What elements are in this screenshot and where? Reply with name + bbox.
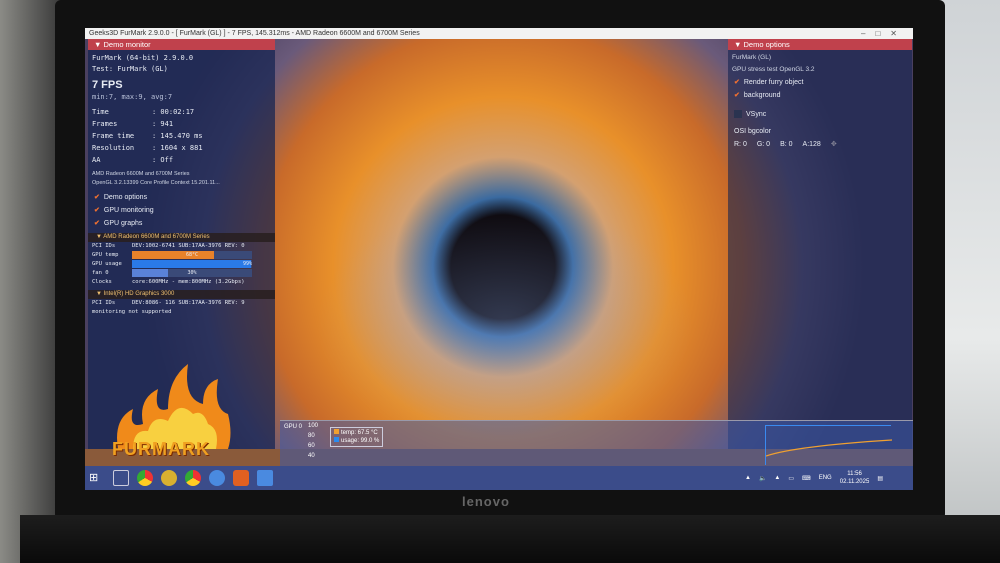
clock[interactable]: 11:56 02.11.2025 [840,470,870,486]
fps-stats: min:7, max:9, avg:7 [92,93,173,101]
demo-options-header[interactable]: ▼ Demo options [728,39,912,50]
checkbox-demo-options[interactable]: ✔ Demo options [88,191,275,204]
app-icon[interactable] [161,470,177,486]
keyboard-icon[interactable]: ⌨ [802,475,811,482]
graph-label: GPU 0 [284,424,303,430]
checkbox-gpu-monitoring[interactable]: ✔ GPU monitoring [88,204,275,217]
demo-options-panel: ▼ Demo options FurMark (GL) GPU stress t… [728,39,912,449]
background-left [0,0,60,563]
minimize-button[interactable]: – [861,29,875,38]
app-icon[interactable] [209,470,225,486]
y-tick: 100 [308,423,319,429]
check-icon: ✔ [734,79,740,86]
stat-resolution: Resolution: 1604 x 881 [92,144,203,152]
chrome-icon[interactable] [137,470,153,486]
check-icon: ✔ [734,92,740,99]
test-name: Test: FurMark (GL) [92,65,168,73]
volume-icon[interactable]: 🔈 [759,475,766,482]
color-picker-icon: ✥ [830,141,837,148]
checkbox-render-furry-object[interactable]: ✔ Render furry object [728,76,912,89]
notification-icon[interactable]: ▤ [877,475,883,482]
app-version: FurMark (64-bit) 2.9.0.0 [92,54,194,62]
gpu0-temp: GPU temp 68°C [88,251,275,260]
gpu0-clocks: Clocks core:600MHz - mem:800MHz (3.2Gbps) [92,279,245,285]
osi-bgcolor-values[interactable]: R: 0 G: 0 B: 0 A:128 ✥ [728,138,912,151]
gpu0-pci: PCI IDs DEV:1002-6741 SUB:17AA-3976 REV: … [92,243,245,249]
gpu0-usage: GPU usage 99% [92,260,252,268]
furmark-taskbar-icon[interactable] [233,470,249,486]
battery-icon[interactable]: ▭ [788,475,794,482]
chevron-up-icon[interactable]: ▲ [745,475,751,481]
opengl-info: OpenGL 3.2.13399 Core Profile Context 15… [92,180,220,186]
language-indicator[interactable]: ENG [819,475,832,481]
checkbox-gpu-graphs[interactable]: ✔ GPU graphs [88,217,275,230]
close-button[interactable]: ✕ [890,29,907,38]
task-view-icon[interactable] [113,470,129,486]
options-line1: FurMark (GL) [732,54,771,61]
stat-frame-time: Frame time: 145.470 ms [92,132,203,140]
y-tick: 80 [308,433,315,439]
demo-monitor-header[interactable]: ▼ Demo monitor [88,39,275,50]
gpu1-pci: PCI IDs DEV:8086- 116 SUB:17AA-3976 REV: … [92,300,245,306]
maximize-button[interactable]: □ [875,29,890,38]
gpu-graph: GPU 0 100 80 60 40 temp: 67.5 °C usage: … [280,420,913,466]
taskbar: ⊞ ▲ 🔈 ▲ ▭ ⌨ ENG 11:56 02.11.2025 ▤ [85,466,913,490]
stat-aa: AA: Off [92,156,174,164]
furmark-logo-text: FURMARK [112,439,210,459]
start-button[interactable]: ⊞ [89,470,105,486]
y-tick: 40 [308,453,315,459]
app-icon[interactable] [257,470,273,486]
title-bar: Geeks3D FurMark 2.9.0.0 - [ FurMark (GL)… [85,28,913,39]
window-title: Geeks3D FurMark 2.9.0.0 - [ FurMark (GL)… [89,30,420,37]
demo-monitor-panel: ▼ Demo monitor FurMark (64-bit) 2.9.0.0 … [88,39,275,459]
gpu1-header[interactable]: ▼ Intel(R) HD Graphics 3000 [88,290,275,299]
stat-time: Time: 00:02:17 [92,108,195,116]
network-icon[interactable]: ▲ [774,475,780,481]
gpu-name: AMD Radeon 6600M and 6700M Series [92,171,190,177]
system-tray: ▲ 🔈 ▲ ▭ ⌨ ENG 11:56 02.11.2025 ▤ [745,470,883,486]
laptop-base [20,515,1000,563]
fps: 7 FPS [92,79,123,91]
stat-frames: Frames: 941 [92,120,174,128]
checkbox-background[interactable]: ✔ background [728,89,912,102]
chrome-icon[interactable] [185,470,201,486]
gpu0-fan: fan 0 30% [88,269,275,278]
brand-logo: lenovo [462,494,510,509]
osi-bgcolor-label: OSI bgcolor [734,128,771,135]
options-line2: GPU stress test OpenGL 3.2 [732,66,815,73]
graph-legend: temp: 67.5 °C usage: 99.0 % [330,427,384,447]
checkbox-vsync[interactable]: VSync [728,108,912,121]
gpu0-header[interactable]: ▼ AMD Radeon 6600M and 6700M Series [88,233,275,242]
furmark-flame-logo [117,364,231,449]
check-icon: ✔ [94,194,100,201]
check-icon: ✔ [94,207,100,214]
gpu1-note: monitoring not supported [92,309,172,315]
check-icon: ✔ [94,220,100,227]
y-tick: 60 [308,443,315,449]
screen: Geeks3D FurMark 2.9.0.0 - [ FurMark (GL)… [85,28,913,490]
graph-plot [765,425,893,465]
